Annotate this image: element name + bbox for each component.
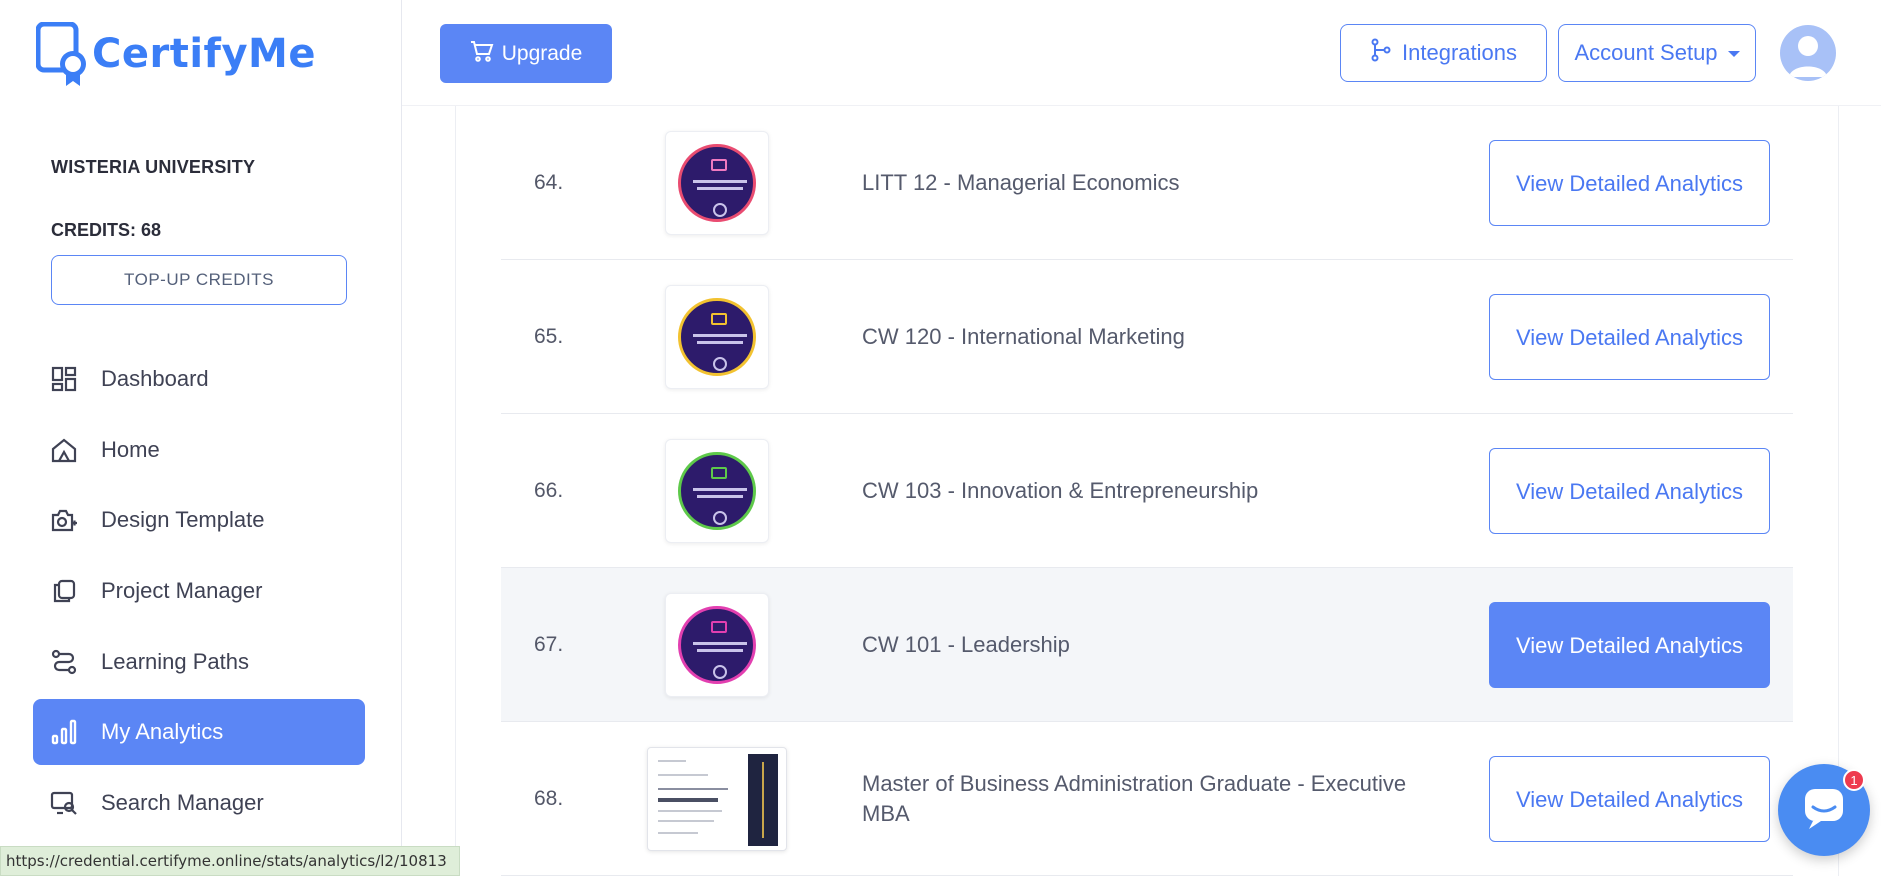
badge-image	[678, 452, 756, 530]
sidebar-item-label: Search Manager	[101, 790, 264, 816]
sidebar-item-label: My Analytics	[101, 719, 224, 745]
sidebar-item-my-analytics[interactable]: My Analytics	[33, 699, 365, 766]
credential-title: CW 101 - Leadership	[862, 632, 1070, 657]
badge-thumbnail	[665, 131, 769, 235]
credits-count: CREDITS: 68	[51, 220, 162, 240]
home-icon	[49, 435, 79, 465]
view-detailed-analytics-button[interactable]: View Detailed Analytics	[1489, 448, 1770, 534]
project-manager-icon	[49, 576, 79, 606]
chevron-down-icon	[1727, 51, 1740, 57]
row-number: 66.	[534, 479, 564, 502]
credential-title: CW 120 - International Marketing	[862, 324, 1185, 349]
table-row: 64. LITT 12 - Managerial Economics View …	[501, 106, 1793, 260]
sidebar-item-home[interactable]: Home	[33, 417, 365, 483]
sidebar-item-project-manager[interactable]: Project Manager	[33, 558, 365, 624]
cart-icon	[470, 40, 494, 68]
credential-title: CW 103 - Innovation & Entrepreneurship	[862, 478, 1259, 503]
badge-image	[678, 144, 756, 222]
row-number: 65.	[534, 325, 564, 348]
user-avatar[interactable]	[1780, 25, 1836, 81]
table-row: 68. Master of Business Administration Gr…	[501, 722, 1793, 876]
upgrade-label: Upgrade	[501, 41, 583, 65]
sidebar-nav: Dashboard Home Design Template Project M…	[33, 346, 365, 841]
learning-paths-icon	[49, 647, 79, 677]
table-row: 65. CW 120 - International Marketing Vie…	[501, 260, 1793, 414]
git-branch-icon	[1370, 38, 1392, 68]
sidebar-item-learning-paths[interactable]: Learning Paths	[33, 629, 365, 695]
sidebar-item-label: Design Template	[101, 507, 265, 533]
certificate-logo-icon	[35, 21, 90, 86]
analytics-content: 64. LITT 12 - Managerial Economics View …	[455, 106, 1839, 876]
credential-title: LITT 12 - Managerial Economics	[862, 170, 1180, 195]
sidebar-item-label: Dashboard	[101, 366, 209, 391]
badge-image	[678, 298, 756, 376]
row-number: 67.	[534, 633, 564, 656]
design-template-icon	[49, 505, 79, 535]
sidebar-item-label: Home	[101, 436, 160, 462]
row-number: 64.	[534, 171, 564, 194]
status-bar-url: https://credential.certifyme.online/stat…	[0, 846, 460, 876]
view-detailed-analytics-button[interactable]: View Detailed Analytics	[1489, 602, 1770, 688]
badge-thumbnail	[665, 439, 769, 543]
brand-logo[interactable]: CertifyMe	[35, 21, 316, 86]
integrations-label: Integrations	[1402, 40, 1517, 65]
upgrade-button[interactable]: Upgrade	[440, 24, 612, 83]
credential-title: Master of Business Administration Gradua…	[862, 771, 1407, 826]
chat-notification-badge: 1	[1843, 769, 1865, 791]
dashboard-icon	[49, 364, 79, 394]
account-setup-label: Account Setup	[1574, 40, 1718, 65]
search-manager-icon	[49, 788, 79, 818]
view-detailed-analytics-button[interactable]: View Detailed Analytics	[1489, 140, 1770, 226]
integrations-button[interactable]: Integrations	[1340, 24, 1547, 82]
organization-name: WISTERIA UNIVERSITY	[51, 157, 256, 177]
row-number: 68.	[534, 787, 564, 810]
badge-thumbnail	[665, 285, 769, 389]
badge-thumbnail	[665, 593, 769, 697]
analytics-icon	[49, 717, 79, 747]
credentials-table: 64. LITT 12 - Managerial Economics View …	[501, 106, 1793, 876]
table-row: 66. CW 103 - Innovation & Entrepreneursh…	[501, 414, 1793, 568]
table-row: 67. CW 101 - Leadership View Detailed An…	[501, 568, 1793, 722]
certificate-thumbnail	[647, 747, 787, 851]
view-detailed-analytics-button[interactable]: View Detailed Analytics	[1489, 756, 1770, 842]
sidebar-item-label: Learning Paths	[101, 648, 249, 674]
sidebar-item-search-manager[interactable]: Search Manager	[33, 770, 365, 836]
sidebar: CertifyMe WISTERIA UNIVERSITY CREDITS: 6…	[0, 0, 402, 876]
brand-name: CertifyMe	[92, 31, 316, 77]
badge-image	[678, 606, 756, 684]
top-up-credits-button[interactable]: TOP-UP CREDITS	[51, 255, 347, 305]
account-setup-dropdown[interactable]: Account Setup	[1558, 24, 1756, 82]
sidebar-item-label: Project Manager	[101, 578, 263, 604]
sidebar-item-dashboard[interactable]: Dashboard	[33, 346, 365, 412]
chat-icon	[1799, 785, 1849, 836]
top-bar: Upgrade Integrations Account Setup	[402, 0, 1881, 106]
sidebar-item-design-template[interactable]: Design Template	[33, 487, 365, 553]
view-detailed-analytics-button[interactable]: View Detailed Analytics	[1489, 294, 1770, 380]
